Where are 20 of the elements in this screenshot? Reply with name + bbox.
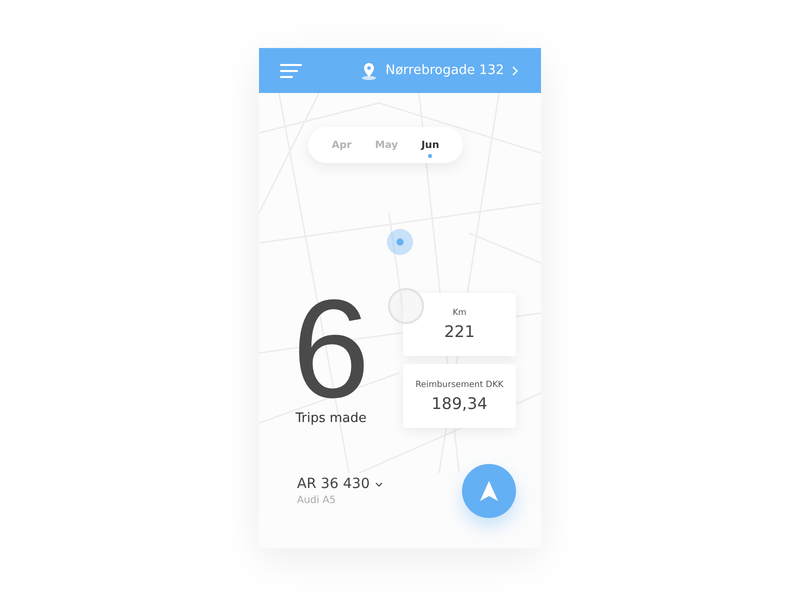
month-tab[interactable]: Apr [330,132,354,158]
navigate-button[interactable] [462,464,516,518]
circle-marker [388,288,424,324]
location-link[interactable]: Nørrebrogade 132 [361,62,518,80]
month-tab[interactable]: Jun [419,132,442,158]
current-location-marker [387,229,413,255]
trip-count: 6 [292,293,370,405]
navigation-arrow-icon [479,480,499,502]
stat-label: Reimbursement DKK [416,380,504,390]
chevron-right-icon [512,66,518,76]
caret-icon [374,482,383,486]
month-tab[interactable]: May [372,132,400,158]
vehicle-selector[interactable]: AR 36 430 [297,476,383,492]
stat-label: Km [452,308,466,318]
location-pin-icon [361,62,378,80]
vehicle-model: Audi A5 [297,495,337,506]
menu-icon[interactable] [280,64,302,78]
stat-value: 221 [444,322,475,341]
stat-value: 189,34 [432,394,488,412]
trips-label: Trips made [295,411,367,426]
